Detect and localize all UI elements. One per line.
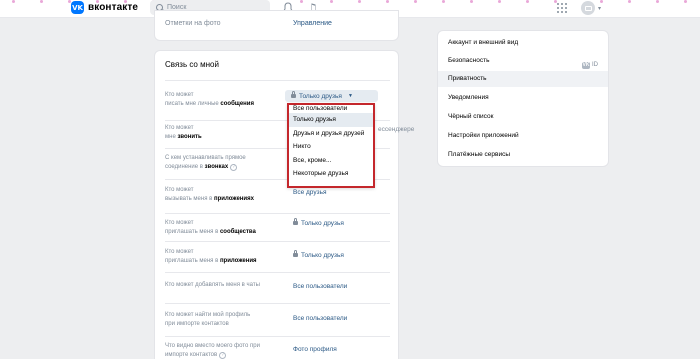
vk-logo-text: вконтакте bbox=[88, 2, 138, 13]
chevron-down-icon: ▼ bbox=[347, 93, 353, 99]
setting-value-app-calls[interactable]: Все друзья bbox=[293, 189, 326, 196]
setting-row-chats: Кто может добавлять меня в чаты Все поль… bbox=[165, 272, 390, 303]
dropdown-option-all-except[interactable]: Все, кроме... bbox=[289, 154, 373, 168]
setting-row-contact-import: Кто может найти мой профиль при импорте … bbox=[165, 303, 390, 336]
menu-item-notifications[interactable]: Уведомления bbox=[438, 90, 608, 106]
menu-item-blacklist[interactable]: Чёрный список bbox=[438, 109, 608, 125]
setting-row-community-invites: Кто может приглашать меня в сообщества Т… bbox=[165, 213, 390, 241]
setting-row-app-invites: Кто может приглашать меня в приложения Т… bbox=[165, 241, 390, 272]
messages-privacy-select[interactable]: Только друзья ▼ bbox=[285, 90, 378, 102]
messenger-value-peek: ессенджере bbox=[378, 126, 415, 133]
chevron-down-icon[interactable]: ▾ bbox=[598, 5, 601, 12]
menu-item-payment-services[interactable]: Платёжные сервисы bbox=[438, 147, 608, 163]
dropdown-option-friends-only[interactable]: Только друзья bbox=[289, 113, 373, 127]
apps-grid-icon[interactable] bbox=[557, 3, 567, 13]
vk-id-icon: VK bbox=[582, 61, 590, 69]
photo-tags-card: Отметки на фото Управление bbox=[154, 10, 399, 41]
section-title: Связь со мной bbox=[165, 60, 219, 69]
menu-item-account[interactable]: Аккаунт и внешний вид bbox=[438, 35, 608, 51]
settings-menu: Аккаунт и внешний вид Безопасность VK ID … bbox=[437, 30, 609, 167]
setting-value-community-invites[interactable]: Только друзья bbox=[293, 218, 344, 227]
photo-tags-manage-link[interactable]: Управление bbox=[293, 20, 332, 27]
vk-logo-icon: VK bbox=[71, 1, 84, 14]
help-icon[interactable]: ? bbox=[219, 352, 227, 359]
setting-value-contact-import[interactable]: Все пользователи bbox=[293, 315, 347, 322]
privacy-dropdown-menu: Все пользователи Только друзья Друзья и … bbox=[287, 103, 375, 188]
menu-item-app-settings[interactable]: Настройки приложений bbox=[438, 128, 608, 144]
setting-value-chats[interactable]: Все пользователи bbox=[293, 283, 347, 290]
setting-value-import-photo[interactable]: Фото профиля bbox=[293, 346, 337, 353]
setting-value-app-invites[interactable]: Только друзья bbox=[293, 250, 344, 259]
photo-tags-label: Отметки на фото bbox=[165, 20, 221, 27]
dropdown-option-some-friends[interactable]: Некоторые друзья bbox=[289, 167, 373, 181]
setting-row-import-photo: Что видно вместо моего фото при импорте … bbox=[165, 336, 390, 359]
lock-icon bbox=[291, 91, 296, 98]
vk-logo[interactable]: VK вконтакте bbox=[71, 1, 138, 14]
help-icon[interactable]: ? bbox=[230, 164, 238, 171]
dropdown-option-nobody[interactable]: Никто bbox=[289, 140, 373, 154]
camera-icon bbox=[584, 5, 592, 11]
dropdown-option-all-users[interactable]: Все пользователи bbox=[289, 105, 373, 113]
menu-item-privacy[interactable]: Приватность bbox=[438, 71, 608, 87]
avatar[interactable] bbox=[581, 1, 595, 15]
lock-icon bbox=[293, 250, 298, 257]
lock-icon bbox=[293, 218, 298, 225]
dropdown-option-friends-of-friends[interactable]: Друзья и друзья друзей bbox=[289, 127, 373, 141]
menu-item-security[interactable]: Безопасность VK ID bbox=[438, 53, 608, 69]
